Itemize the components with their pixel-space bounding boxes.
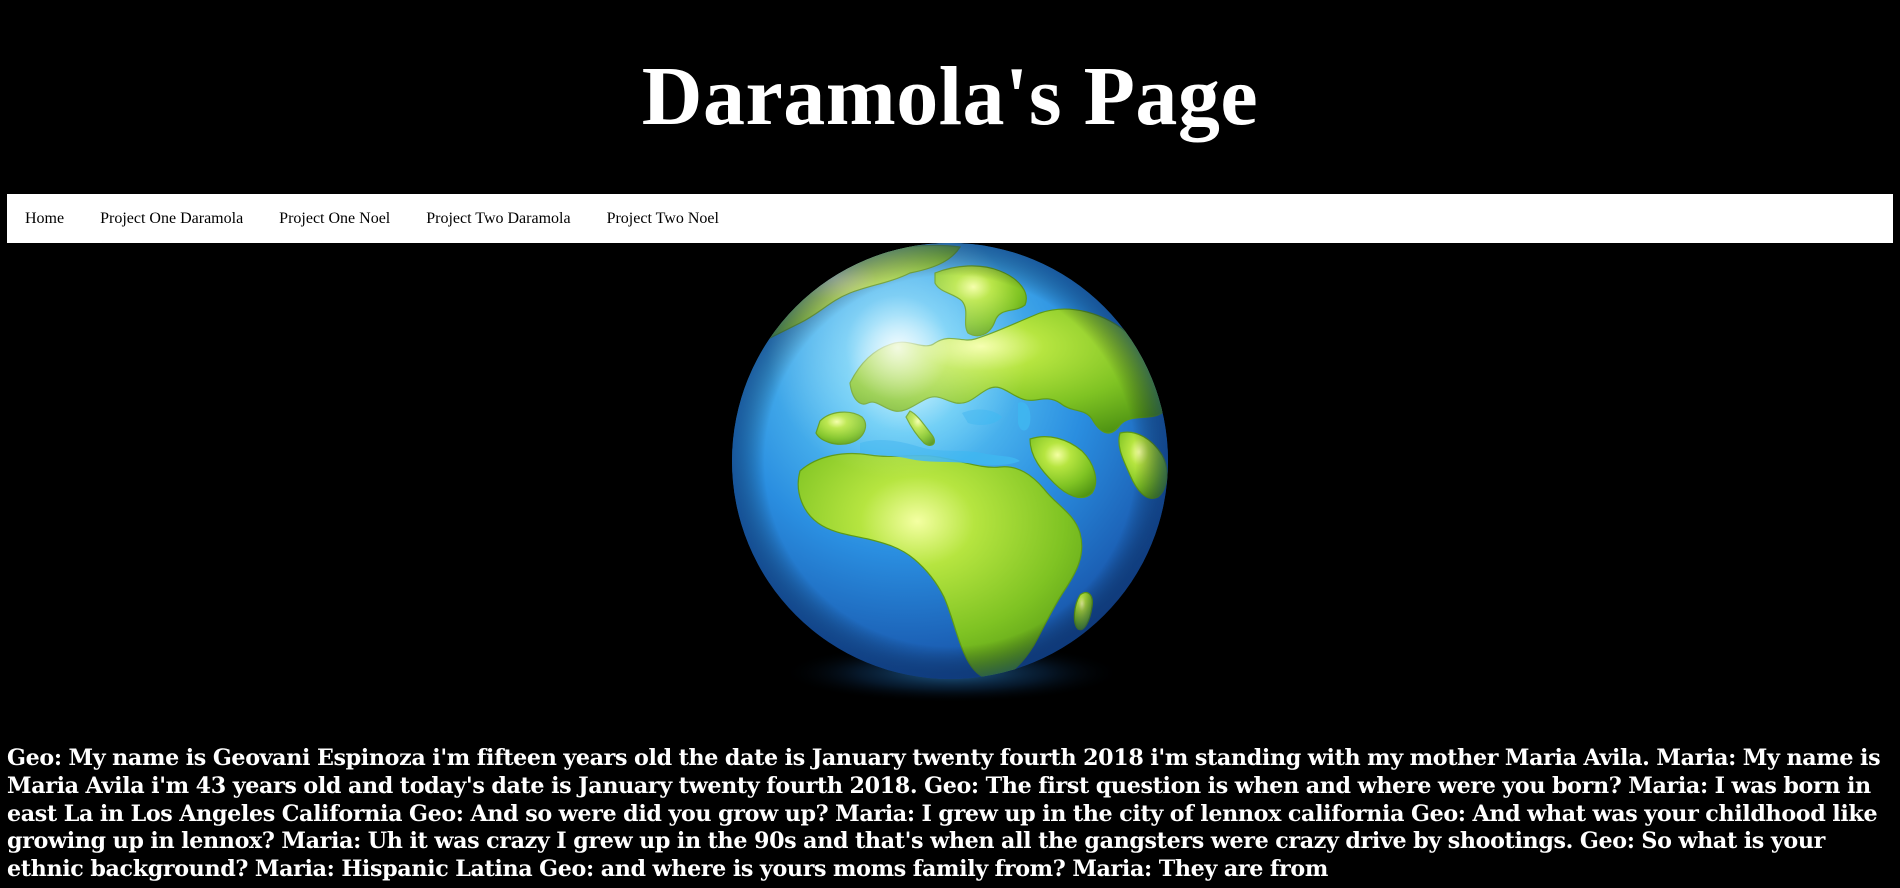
nav-link-project-two-daramola[interactable]: Project Two Daramola [408, 210, 588, 228]
earth-globe-icon [732, 243, 1168, 703]
page-header: Daramola's Page [0, 0, 1900, 194]
nav-link-project-one-daramola[interactable]: Project One Daramola [82, 210, 261, 228]
page-title: Daramola's Page [641, 50, 1259, 143]
nav-link-home[interactable]: Home [7, 210, 82, 228]
interview-transcript: Geo: My name is Geovani Espinoza i'm fif… [7, 745, 1881, 883]
nav-link-project-one-noel[interactable]: Project One Noel [261, 210, 408, 228]
nav-link-project-two-noel[interactable]: Project Two Noel [589, 210, 737, 228]
main-nav: Home Project One Daramola Project One No… [7, 194, 1893, 243]
globe-gloss [732, 243, 1168, 679]
globe-image [700, 243, 1200, 723]
